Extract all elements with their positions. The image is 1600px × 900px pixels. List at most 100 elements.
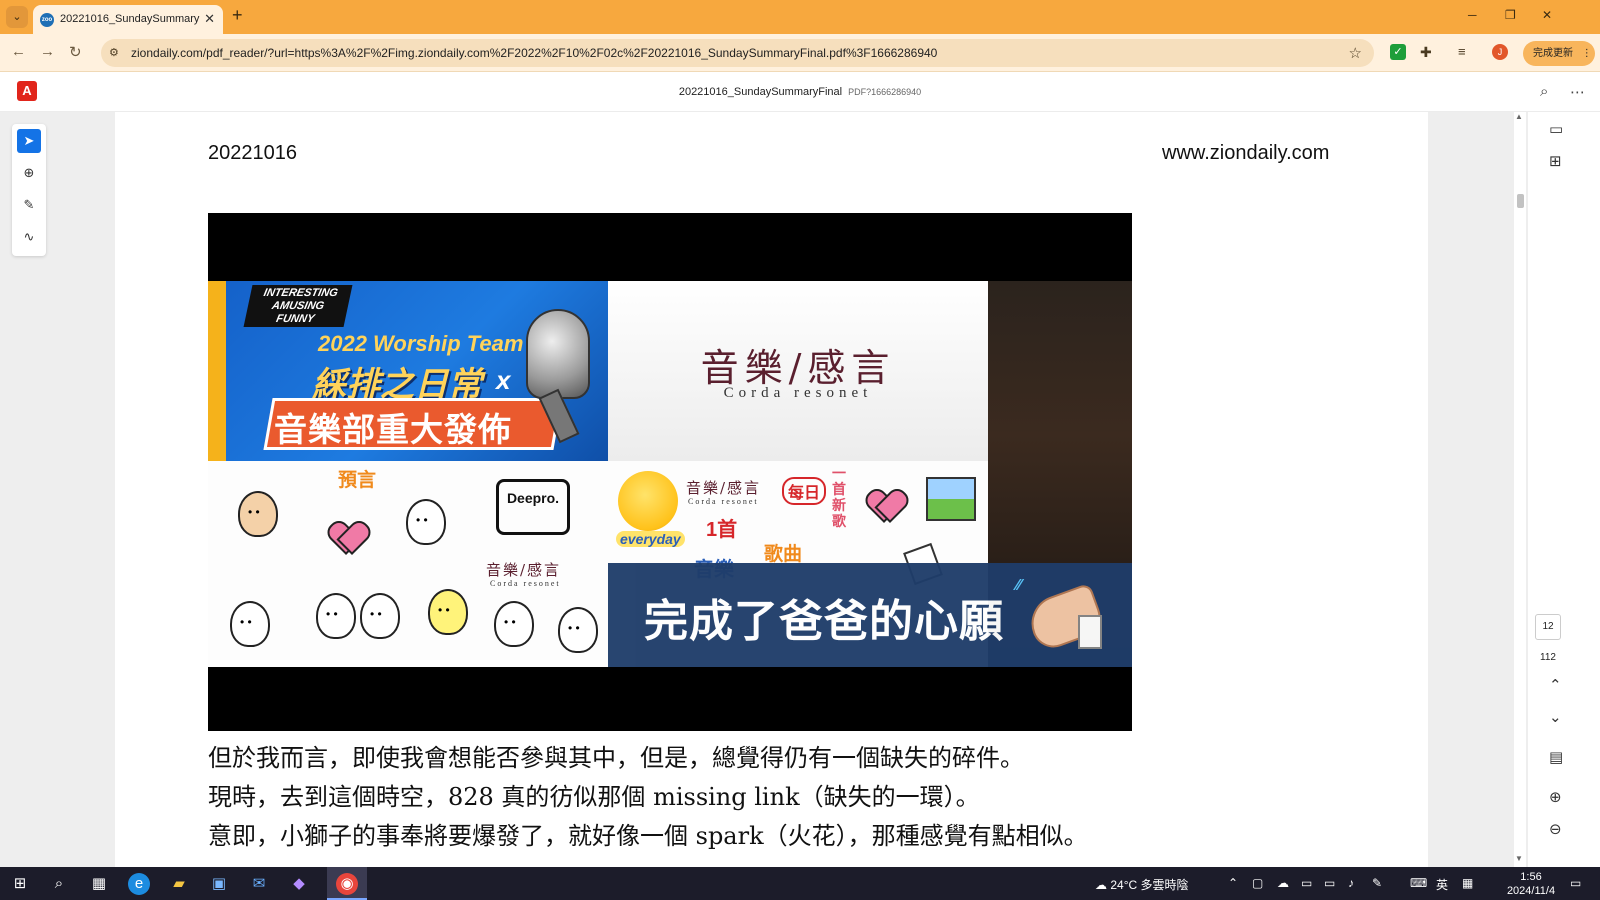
- forward-icon[interactable]: →: [40, 43, 55, 60]
- page-fit-icon[interactable]: ▤: [1549, 748, 1563, 766]
- pdf-page: 20221016 www.ziondaily.com INTERESTING A…: [115, 112, 1428, 867]
- task-view-icon[interactable]: ▦: [88, 873, 110, 895]
- file-explorer-icon[interactable]: ▰: [168, 873, 190, 895]
- extension-check-icon[interactable]: ✓: [1390, 44, 1406, 60]
- address-bar[interactable]: ⚙ ziondaily.com/pdf_reader/?url=https%3A…: [101, 39, 1374, 67]
- pen-icon[interactable]: ✎: [1372, 876, 1382, 890]
- back-icon[interactable]: ←: [11, 43, 26, 60]
- clapping-hands-icon: ⁄⁄: [1016, 577, 1107, 657]
- volume-icon[interactable]: ♪: [1348, 876, 1354, 890]
- chrome-browser-icon[interactable]: ◉: [336, 873, 358, 895]
- zoom-out-icon[interactable]: ⊖: [1549, 820, 1562, 838]
- show-hidden-icons-icon[interactable]: ⌃: [1228, 876, 1238, 890]
- new-tab-icon[interactable]: +: [232, 5, 243, 26]
- freehand-draw-icon[interactable]: ∿: [17, 225, 41, 249]
- windows-start-icon[interactable]: ⊞: [9, 873, 31, 895]
- edge-browser-icon[interactable]: e: [128, 873, 150, 895]
- total-pages: 112: [1540, 652, 1556, 663]
- brand-name-zh: 音樂/感言: [700, 346, 896, 390]
- body-paragraph-line: 但於我而言，即使我會想能否參與其中，但是，總覺得仍有一個缺失的碎件。: [208, 744, 1024, 772]
- copilot-icon[interactable]: ◆: [288, 873, 310, 895]
- body-paragraph-line: 意即，小獅子的事奉將要爆發了，就好像一個 spark（火花），那種感覺有點相似。: [208, 822, 1088, 850]
- music-character-icon: [558, 607, 598, 653]
- onedrive-icon[interactable]: ☁: [1277, 876, 1289, 890]
- document-title-text: 20221016_SundaySummaryFinal: [678, 86, 843, 98]
- extensions-puzzle-icon[interactable]: ✚: [1420, 44, 1436, 60]
- right-rail: ▭ ⊞ 12 112 ⌃ ⌄ ▤ ⊕ ⊖: [1528, 112, 1600, 867]
- new-song-label: 一首新歌: [832, 465, 846, 529]
- comment-add-icon[interactable]: ⊕: [17, 161, 41, 185]
- doodle-yuyan: 預言: [338, 470, 377, 491]
- deepro-logo: Deepro.: [496, 479, 570, 535]
- brand-name-en: Corda resonet: [723, 385, 873, 401]
- profile-avatar[interactable]: J: [1492, 44, 1508, 60]
- worship-team-banner: INTERESTING AMUSING FUNNY 2022 Worship T…: [208, 281, 608, 461]
- reload-icon[interactable]: ↻: [69, 43, 82, 61]
- vertical-scrollbar[interactable]: ▲ ▼: [1514, 112, 1526, 867]
- minimize-icon[interactable]: ─: [1468, 8, 1477, 22]
- tab-close-icon[interactable]: ✕: [204, 11, 215, 27]
- annotation-toolbar: ➤ ⊕ ✎ ∿: [12, 124, 46, 256]
- document-title: 20221016_SundaySummaryFinal PDF?166628694…: [0, 86, 1600, 98]
- weather-widget[interactable]: ☁ 24°C 多雲時陰: [1095, 876, 1189, 893]
- cloud-icon: ☁: [1095, 878, 1107, 892]
- heart-icon: [330, 523, 364, 553]
- browser-titlebar: ⌄ zoo 20221016_SundaySummaryF ✕ + ─ ❐ ✕: [0, 0, 1600, 34]
- close-window-icon[interactable]: ✕: [1542, 8, 1552, 22]
- system-clock[interactable]: 1:56 2024/11/4: [1496, 870, 1566, 898]
- battery-icon[interactable]: ▭: [1301, 876, 1312, 890]
- windows-taskbar: ⊞ ⌕ ▦ e ▰ ▣ ✉ ◆ ◉ ☁ 24°C 多雲時陰 ⌃ ▢ ☁ ▭ ▭ …: [0, 867, 1600, 900]
- site-info-icon[interactable]: ⚙: [109, 46, 123, 60]
- corda-brand-banner: 音樂/感言 Corda resonet: [608, 281, 988, 461]
- tab-title: 20221016_SundaySummaryF: [60, 13, 200, 25]
- media-control-icon[interactable]: ≡: [1458, 44, 1474, 60]
- bookmark-star-icon[interactable]: ☆: [1349, 44, 1362, 62]
- search-icon[interactable]: ⌕: [48, 873, 70, 895]
- brand-mini-zh-2: 音樂/感言: [686, 479, 762, 497]
- network-icon[interactable]: ▭: [1324, 876, 1335, 890]
- scrollbar-thumb[interactable]: [1517, 194, 1524, 208]
- url-text[interactable]: ziondaily.com/pdf_reader/?url=https%3A%2…: [131, 46, 937, 60]
- cuff-shape: [1078, 615, 1102, 649]
- brand-mini-en-2: Corda resonet: [688, 497, 759, 506]
- comments-panel-icon[interactable]: ▭: [1549, 120, 1563, 138]
- previous-page-icon[interactable]: ⌃: [1549, 676, 1562, 694]
- page-site-url: www.ziondaily.com: [1162, 142, 1330, 164]
- scroll-up-arrow-icon[interactable]: ▲: [1515, 112, 1523, 121]
- ime-mode-icon[interactable]: ▦: [1462, 876, 1473, 890]
- keyboard-icon[interactable]: ⌨: [1410, 876, 1427, 890]
- guitar-graphic: [208, 281, 226, 461]
- microphone-icon: [526, 309, 590, 399]
- more-options-icon[interactable]: ⋯: [1570, 83, 1585, 101]
- interesting-badge: INTERESTING AMUSING FUNNY: [243, 285, 353, 327]
- spark-icon: ⁄⁄: [1016, 577, 1022, 594]
- ghost-character-icon: [406, 499, 446, 545]
- microsoft-store-icon[interactable]: ▣: [208, 873, 230, 895]
- browser-tab-active[interactable]: zoo 20221016_SundaySummaryF ✕: [33, 5, 223, 34]
- zoom-in-icon[interactable]: ⊕: [1549, 788, 1562, 806]
- highlight-pen-icon[interactable]: ✎: [17, 193, 41, 217]
- update-button[interactable]: 完成更新 ⋮: [1523, 41, 1595, 66]
- select-cursor-icon[interactable]: ➤: [17, 129, 41, 153]
- browser-toolbar: ← → ↻ ⚙ ziondaily.com/pdf_reader/?url=ht…: [0, 34, 1600, 72]
- piano-character-icon: [494, 601, 534, 647]
- crowd-character-icon: [360, 593, 400, 639]
- restore-icon[interactable]: ❐: [1505, 8, 1516, 22]
- document-subtitle: PDF?1666286940: [848, 87, 922, 97]
- search-icon[interactable]: ⌕: [1540, 83, 1548, 100]
- notification-center-icon[interactable]: ▭: [1570, 876, 1581, 890]
- meet-now-icon[interactable]: ▢: [1252, 876, 1263, 890]
- input-method-label[interactable]: 英: [1436, 876, 1448, 893]
- current-page-input[interactable]: 12: [1535, 614, 1561, 640]
- badge-line-3: FUNNY: [275, 313, 316, 325]
- clock-date: 2024/11/4: [1506, 885, 1556, 897]
- next-page-icon[interactable]: ⌄: [1549, 708, 1562, 726]
- landscape-picture-icon: [926, 477, 976, 521]
- smiling-sun-icon: [618, 471, 678, 531]
- thumbnails-grid-icon[interactable]: ⊞: [1549, 152, 1562, 170]
- boy-character-icon: [238, 491, 278, 537]
- scroll-down-arrow-icon[interactable]: ▼: [1515, 854, 1523, 863]
- mail-icon[interactable]: ✉: [248, 873, 270, 895]
- small-character-icon: [230, 601, 270, 647]
- tab-search-button[interactable]: ⌄: [6, 6, 28, 28]
